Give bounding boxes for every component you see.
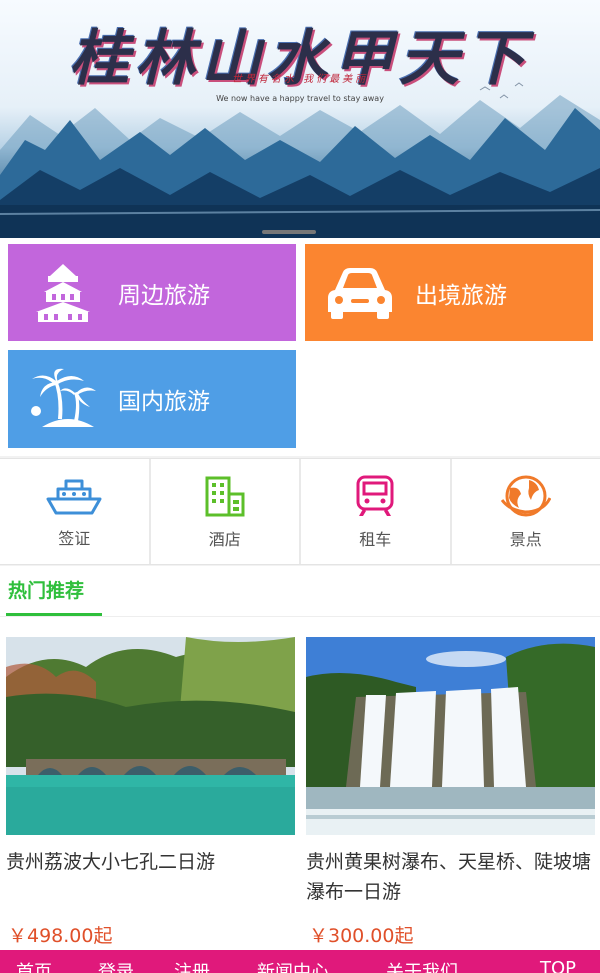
nav-login[interactable]: 登录 [98,958,134,973]
category-domestic-travel[interactable]: 国内旅游 [8,350,296,448]
quick-link-attractions[interactable]: 景点 [452,459,600,564]
hot-recommend-section: 热门推荐 贵州荔波大小七孔二日游 贵州黄果树瀑布、天星桥、陡坡塘瀑布一日游 ￥4… [0,566,600,950]
banner-subtitle-en: We now have a happy travel to stay away [216,94,384,103]
bottom-nav: 首页 登录 注册 新闻中心 关于我们 TOP [0,950,600,973]
palm-island-icon [8,367,118,431]
divider [0,616,600,617]
product-image[interactable] [306,637,595,835]
quick-links: 签证 酒店 租车 景点 [0,458,600,565]
quick-link-label: 签证 [58,528,91,548]
product-name[interactable]: 贵州黄果树瀑布、天星桥、陡坡塘瀑布一日游 [306,847,595,907]
globe-icon [500,475,551,516]
product-card[interactable]: 贵州黄果树瀑布、天星桥、陡坡塘瀑布一日游 [306,637,595,907]
car-icon [305,266,415,320]
ship-icon [46,479,102,514]
nav-home[interactable]: 首页 [16,958,52,973]
hero-banner[interactable]: 桂林山水甲天下 世界有名水 我们最美丽 We now have a happy … [0,0,600,238]
nav-about[interactable]: 关于我们 [386,958,458,973]
category-nearby-travel[interactable]: 周边旅游 [8,244,296,341]
category-label: 出境旅游 [415,282,507,309]
quick-link-label: 租车 [359,529,392,549]
category-label: 周边旅游 [118,282,210,309]
train-icon [356,475,394,516]
quick-link-label: 酒店 [208,529,241,549]
quick-link-hotel[interactable]: 酒店 [151,459,301,564]
product-image[interactable] [6,637,295,835]
nav-register[interactable]: 注册 [174,958,210,973]
temple-icon [8,262,118,324]
banner-subtitle: 世界有名水 我们最美丽 [231,74,369,85]
category-outbound-travel[interactable]: 出境旅游 [305,244,593,341]
nav-news[interactable]: 新闻中心 [257,958,329,973]
carousel-indicator[interactable] [262,230,316,234]
quick-link-car-rental[interactable]: 租车 [301,459,452,564]
product-name[interactable]: 贵州荔波大小七孔二日游 [6,847,295,877]
category-label: 国内旅游 [118,389,210,415]
section-heading: 热门推荐 [8,580,85,602]
heading-underline [6,613,102,616]
nav-top[interactable]: TOP [540,958,576,973]
product-price: ￥300.00起 [309,925,414,947]
quick-link-visa[interactable]: 签证 [0,459,151,564]
quick-link-label: 景点 [509,529,542,549]
building-icon [205,476,245,516]
product-price: ￥498.00起 [8,925,113,947]
product-card[interactable]: 贵州荔波大小七孔二日游 [6,637,295,877]
category-tiles: 周边旅游 出境旅游 国内旅游 [0,238,600,456]
